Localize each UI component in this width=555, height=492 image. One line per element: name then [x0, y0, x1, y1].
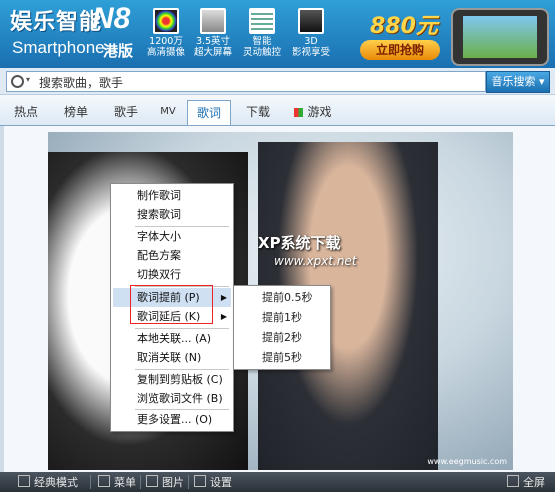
ad-feature-text: 3.5英寸: [195, 36, 231, 47]
nav-tabs: 热点 榜单 歌手 MV 歌词 下载 游戏: [0, 95, 555, 126]
menu-item-local-link[interactable]: 本地关联... (A): [113, 329, 231, 348]
menu-item-make-lyrics[interactable]: 制作歌词: [113, 186, 231, 205]
screen-icon: [200, 8, 226, 34]
menu-item-search-lyrics[interactable]: 搜索歌词: [113, 205, 231, 224]
classic-mode-button[interactable]: 经典模式: [18, 475, 78, 489]
fullscreen-icon: [507, 475, 519, 487]
tab-games[interactable]: 游戏: [285, 100, 341, 124]
buy-now-button[interactable]: 立即抢购: [360, 40, 440, 60]
settings-button[interactable]: 设置: [194, 475, 232, 489]
submenu-item-advance-2s[interactable]: 提前2秒: [236, 328, 328, 347]
tab-mv[interactable]: MV: [150, 100, 186, 124]
picture-icon: [146, 475, 158, 487]
fullscreen-label: 全屏: [523, 476, 545, 489]
menu-item-copy-clipboard[interactable]: 复制到剪贴板 (C): [113, 370, 231, 389]
tab-singers[interactable]: 歌手: [106, 100, 146, 124]
menu-item-color-scheme[interactable]: 配色方案: [113, 246, 231, 265]
tab-games-label: 游戏: [307, 105, 332, 119]
ad-price: 880元: [370, 14, 438, 39]
ad-brand-model: N8: [92, 2, 131, 35]
ad-edition: 港版: [103, 42, 134, 60]
classic-mode-label: 经典模式: [34, 476, 78, 489]
menu-label: 菜单: [114, 476, 136, 489]
search-icon: [11, 75, 24, 88]
tab-charts[interactable]: 榜单: [56, 100, 96, 124]
submenu-item-advance-0-5s[interactable]: 提前0.5秒: [236, 288, 328, 307]
toolbar-divider: [140, 475, 141, 489]
menu-item-more-settings[interactable]: 更多设置... (O): [113, 410, 231, 429]
submenu-item-advance-5s[interactable]: 提前5秒: [236, 348, 328, 367]
ad-feature-text: 影视享受: [291, 47, 330, 58]
music-search-button[interactable]: 音乐搜索 ▾: [486, 71, 550, 93]
fullscreen-button[interactable]: 全屏: [507, 475, 545, 489]
bottom-toolbar: 经典模式 菜单 图片 设置 全屏: [0, 472, 555, 492]
touch-icon: [249, 8, 275, 34]
search-input[interactable]: [37, 73, 481, 91]
tab-download[interactable]: 下载: [238, 100, 278, 124]
menu-item-font-size[interactable]: 字体大小: [113, 227, 231, 246]
submenu-arrow-icon: ▶: [220, 312, 227, 321]
ad-brand-english: Smartphone: [12, 38, 105, 57]
tab-hot[interactable]: 热点: [6, 100, 46, 124]
wrench-icon: [194, 475, 206, 487]
pictures-label: 图片: [162, 476, 184, 489]
menu-icon: [98, 475, 110, 487]
search-box[interactable]: ▾: [6, 71, 486, 92]
toolbar-divider: [90, 475, 91, 489]
toolbar-divider: [188, 475, 189, 489]
lyrics-advance-submenu: 提前0.5秒 提前1秒 提前2秒 提前5秒: [233, 285, 331, 370]
pictures-button[interactable]: 图片: [146, 475, 184, 489]
games-icon: [294, 108, 304, 117]
menu-item-browse-lyrics-file[interactable]: 浏览歌词文件 (B): [113, 389, 231, 408]
camera-lens-icon: [153, 8, 179, 34]
phone-screen: [463, 16, 537, 58]
menu-button[interactable]: 菜单: [98, 475, 136, 489]
3d-icon: [298, 8, 324, 34]
submenu-arrow-icon: ▶: [220, 293, 227, 302]
ad-brand-name: 娱乐智能: [10, 10, 103, 35]
settings-label: 设置: [210, 476, 232, 489]
ad-feature-touch: 智能 灵动触控: [234, 8, 290, 58]
ad-feature-text: 3D: [304, 36, 318, 47]
ad-feature-text: 超大屏幕: [193, 47, 232, 58]
menu-item-toggle-double-line[interactable]: 切换双行: [113, 265, 231, 284]
tab-lyrics[interactable]: 歌词: [187, 100, 231, 125]
left-edge-strip: [0, 126, 4, 472]
dropdown-arrow-icon[interactable]: ▾: [26, 75, 30, 84]
highlight-annotation-box: [130, 285, 213, 324]
ad-feature-screen: 3.5英寸 超大屏幕: [185, 8, 241, 58]
photo-credit: www.eegmusic.com: [427, 457, 507, 466]
ad-feature-text: 灵动触控: [242, 47, 281, 58]
list-icon: [18, 475, 30, 487]
ad-banner[interactable]: 娱乐智能 N8 Smartphone 港版 1200万 高清摄像 3.5英寸 超…: [0, 0, 555, 68]
search-bar: ▾ 音乐搜索 ▾: [0, 68, 555, 95]
phone-icon: [451, 8, 549, 66]
watermark-url: www.xpxt.net: [274, 254, 357, 268]
ad-feature-text: 智能: [252, 36, 272, 47]
watermark-title: XP系统下载: [258, 234, 341, 252]
submenu-item-advance-1s[interactable]: 提前1秒: [236, 308, 328, 327]
ad-feature-3d: 3D 影视享受: [283, 8, 339, 58]
menu-item-unlink[interactable]: 取消关联 (N): [113, 348, 231, 367]
